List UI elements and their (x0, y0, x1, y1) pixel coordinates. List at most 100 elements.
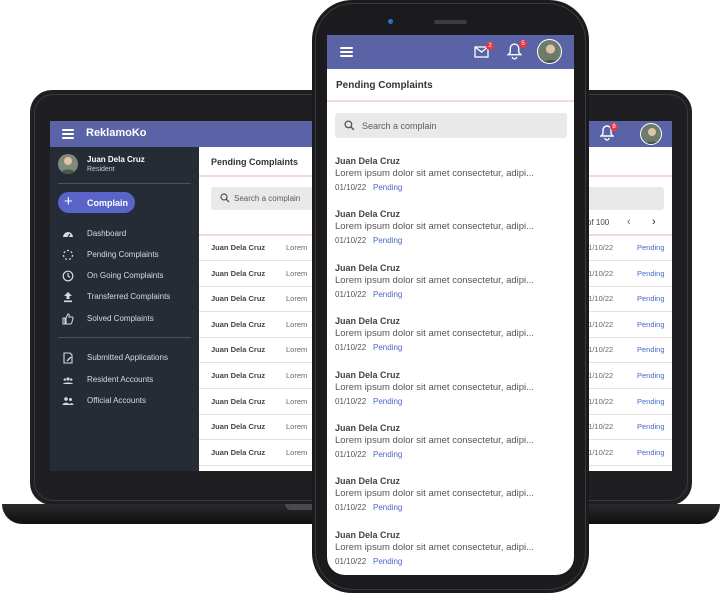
group-icon (63, 377, 73, 384)
sidebar-item-resident-accounts[interactable]: Resident Accounts (58, 373, 198, 387)
search-placeholder: Search a complain (362, 121, 437, 131)
complaint-description: Lorem (286, 422, 308, 432)
complainant-name: Juan Dela Cruz (335, 156, 401, 166)
search-placeholder: Search a complain (234, 194, 301, 203)
pending-icon (62, 249, 74, 261)
thumbs-up-icon (62, 313, 74, 325)
complaint-date: 01/10/22 (335, 396, 367, 406)
complainant-name: Juan Dela Cruz (211, 396, 266, 406)
pagination: of 100 ‹ › (587, 216, 656, 228)
complaint-description: Lorem (286, 268, 308, 278)
complaint-description: Lorem ipsum dolor sit amet consectetur, … (335, 221, 535, 233)
user-name: Juan Dela Cruz (87, 155, 145, 164)
complaint-date: 01/10/22 (335, 343, 367, 353)
notification-bell-icon[interactable]: 5 (506, 40, 527, 60)
complaint-date: 01/10/22 (335, 450, 367, 459)
status-link[interactable]: Pending (637, 345, 665, 354)
complaint-description: Lorem (286, 243, 308, 252)
sidebar: Juan Dela Cruz Resident + Complain Dashb… (50, 147, 199, 471)
list-item[interactable]: Juan Dela Cruz Lorem ipsum dolor sit amet… (335, 156, 567, 206)
user-role: Resident (87, 166, 115, 173)
status-link[interactable]: Pending (373, 557, 402, 566)
list-item[interactable]: Juan Dela Cruz Lorem ipsum dolor sit amet… (335, 423, 567, 473)
complaint-description: Lorem (286, 371, 308, 380)
complainant-name: Juan Dela Cruz (335, 369, 401, 380)
list-item[interactable]: Juan Dela Cruz Lorem ipsum dolor sit amet… (335, 530, 567, 575)
complaint-description: Lorem (286, 447, 308, 457)
complaint-description: Lorem ipsum dolor sit amet consectetur, … (335, 274, 535, 286)
status-link[interactable]: Pending (637, 448, 665, 457)
status-link[interactable]: Pending (373, 343, 402, 352)
search-input[interactable]: Search a complain (335, 113, 567, 138)
avatar[interactable] (537, 39, 562, 64)
next-page-icon[interactable]: › (652, 216, 656, 228)
dashboard-icon (63, 232, 73, 238)
mobile-topbar: 2 5 (327, 35, 574, 69)
sidebar-item-transferred-complaints[interactable]: Transferred Complaints (58, 290, 198, 304)
status-link[interactable]: Pending (637, 294, 665, 303)
avatar[interactable] (640, 123, 662, 145)
user-profile[interactable]: Juan Dela Cruz Resident (58, 154, 198, 176)
status-link[interactable]: Pending (373, 450, 402, 459)
complaint-description: Lorem ipsum dolor sit amet consectetur, … (335, 168, 535, 179)
sidebar-item-dashboard[interactable]: Dashboard (58, 227, 198, 241)
complain-button[interactable]: + Complain (58, 192, 135, 213)
notification-bell-icon[interactable]: 8 (599, 123, 618, 143)
people-icon (62, 397, 74, 405)
complaint-description: Lorem (286, 396, 308, 406)
complaint-description: Lorem ipsum dolor sit amet consectetur, … (335, 488, 535, 500)
previous-page-icon[interactable]: ‹ (627, 216, 631, 228)
complaint-date: 01/10/22 (335, 236, 367, 246)
complaint-description: Lorem (286, 294, 308, 304)
complaint-description: Lorem ipsum dolor sit amet consectetur, … (335, 381, 535, 393)
list-item[interactable]: Juan Dela Cruz Lorem ipsum dolor sit amet… (335, 316, 567, 366)
notification-badge: 5 (519, 40, 527, 48)
avatar (58, 154, 78, 174)
sidebar-item-ongoing-complaints[interactable]: On Going Complaints (58, 269, 198, 283)
complaint-description: Lorem (286, 345, 308, 355)
status-link[interactable]: Pending (373, 183, 402, 192)
status-link[interactable]: Pending (637, 269, 665, 278)
sidebar-item-solved-complaints[interactable]: Solved Complaints (58, 312, 198, 326)
speaker (434, 20, 467, 24)
divider (327, 100, 574, 102)
sidebar-item-official-accounts[interactable]: Official Accounts (58, 394, 198, 408)
complaint-date: 01/10/22 (335, 556, 367, 566)
status-link[interactable]: Pending (637, 243, 665, 252)
complainant-name: Juan Dela Cruz (335, 423, 401, 433)
clock-icon (62, 270, 74, 282)
list-item[interactable]: Juan Dela Cruz Lorem ipsum dolor sit amet… (335, 370, 567, 420)
complainant-name: Juan Dela Cruz (211, 243, 266, 252)
mail-icon[interactable]: 2 (474, 42, 494, 58)
status-link[interactable]: Pending (637, 371, 665, 380)
list-item[interactable]: Juan Dela Cruz Lorem ipsum dolor sit amet… (335, 209, 567, 259)
complainant-name: Juan Dela Cruz (211, 371, 266, 380)
plus-icon: + (64, 193, 73, 210)
status-link[interactable]: Pending (637, 320, 665, 329)
status-link[interactable]: Pending (637, 422, 665, 431)
notification-badge: 8 (610, 123, 618, 131)
sidebar-item-submitted-applications[interactable]: Submitted Applications (58, 351, 198, 365)
complainant-name: Juan Dela Cruz (211, 268, 266, 278)
complainant-name: Juan Dela Cruz (211, 294, 266, 304)
status-link[interactable]: Pending (373, 290, 402, 299)
complaint-description: Lorem ipsum dolor sit amet consectetur, … (335, 435, 535, 446)
complainant-name: Juan Dela Cruz (211, 345, 266, 355)
upload-icon (64, 292, 72, 303)
complainant-name: Juan Dela Cruz (211, 422, 266, 432)
status-link[interactable]: Pending (373, 503, 402, 512)
menu-icon[interactable] (340, 45, 353, 59)
complaint-date: 01/10/22 (335, 289, 367, 299)
complainant-name: Juan Dela Cruz (335, 476, 401, 487)
mobile-app: 2 5 Pending Complaints Search a complain… (327, 35, 574, 575)
list-item[interactable]: Juan Dela Cruz Lorem ipsum dolor sit amet… (335, 263, 567, 313)
list-item[interactable]: Juan Dela Cruz Lorem ipsum dolor sit amet… (335, 476, 567, 526)
status-link[interactable]: Pending (373, 236, 402, 245)
complainant-name: Juan Dela Cruz (335, 529, 401, 540)
menu-icon[interactable] (62, 127, 74, 141)
edit-document-icon (63, 352, 73, 364)
status-link[interactable]: Pending (637, 397, 665, 406)
status-link[interactable]: Pending (373, 397, 402, 406)
complainant-name: Juan Dela Cruz (335, 209, 401, 220)
sidebar-item-pending-complaints[interactable]: Pending Complaints (58, 248, 198, 262)
